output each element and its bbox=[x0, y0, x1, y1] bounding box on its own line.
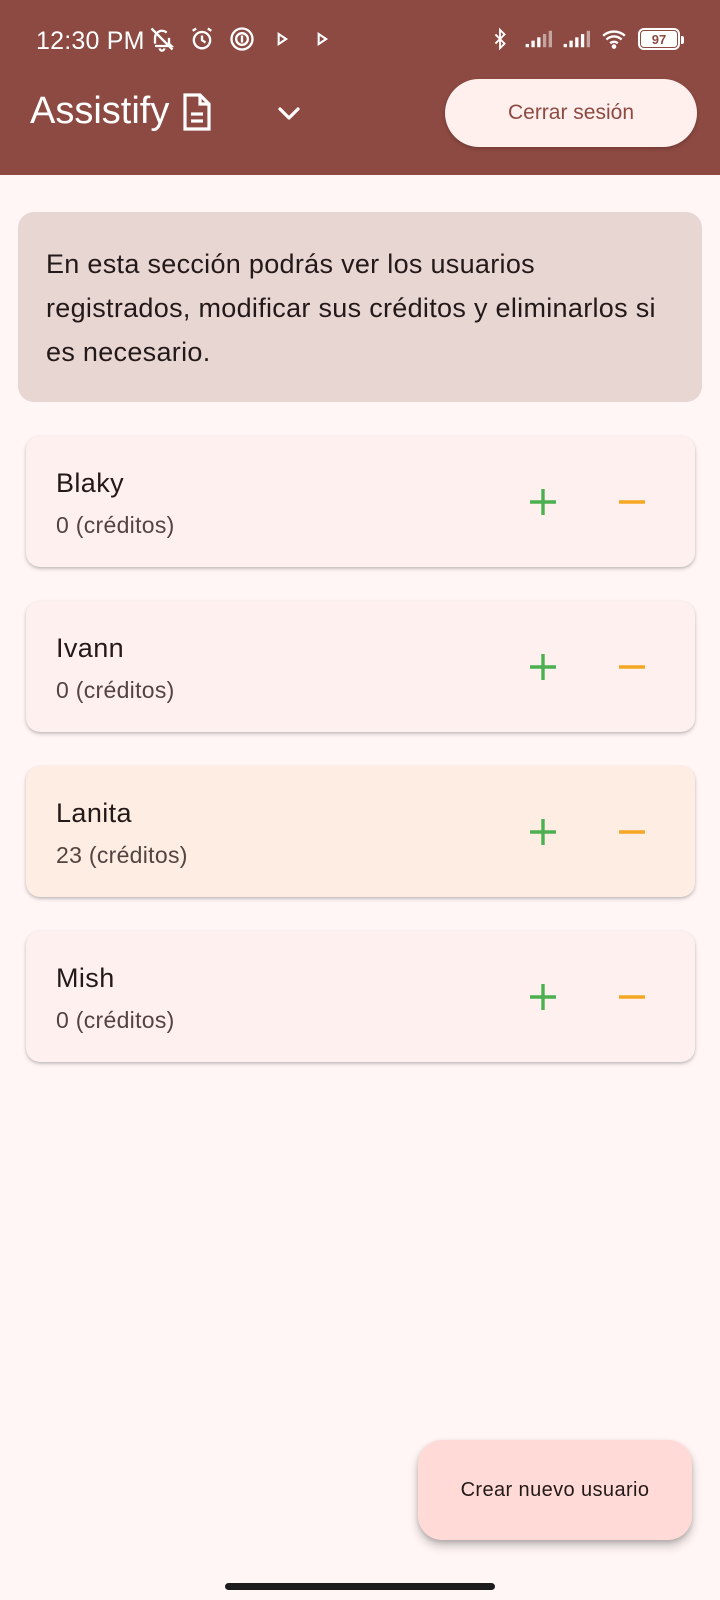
play-icon bbox=[308, 24, 336, 54]
plus-icon bbox=[530, 984, 556, 1010]
wifi-icon bbox=[600, 24, 628, 54]
alarm-icon bbox=[188, 24, 216, 54]
minus-icon bbox=[619, 500, 645, 504]
status-bar: 12:30 PM 97 bbox=[0, 0, 720, 80]
minus-icon bbox=[619, 995, 645, 999]
user-credits: 0 (créditos) bbox=[56, 677, 175, 703]
status-left-icons bbox=[148, 24, 336, 54]
remove-credits-button[interactable] bbox=[608, 643, 656, 691]
add-credits-button[interactable] bbox=[519, 808, 567, 856]
user-name: Mish bbox=[56, 963, 115, 993]
signal-icon bbox=[524, 24, 552, 54]
play-icon bbox=[268, 24, 296, 54]
user-name: Blaky bbox=[56, 468, 125, 498]
logout-button[interactable]: Cerrar sesión bbox=[445, 79, 697, 147]
battery-level: 97 bbox=[641, 31, 677, 47]
signal-icon bbox=[562, 24, 590, 54]
minus-icon bbox=[619, 665, 645, 669]
app-header: 12:30 PM 97 Assistify Cerrar sesión bbox=[0, 0, 720, 175]
remove-credits-button[interactable] bbox=[608, 973, 656, 1021]
add-credits-button[interactable] bbox=[519, 478, 567, 526]
fingerprint-icon bbox=[228, 24, 256, 54]
chevron-down-icon bbox=[278, 107, 300, 120]
status-right-icons: 97 bbox=[486, 24, 684, 54]
add-credits-button[interactable] bbox=[519, 973, 567, 1021]
info-panel: En esta sección podrás ver los usuarios … bbox=[18, 212, 702, 402]
minus-icon bbox=[619, 830, 645, 834]
plus-icon bbox=[530, 489, 556, 515]
document-icon bbox=[181, 92, 213, 132]
user-card: Ivann 0 (créditos) bbox=[26, 601, 695, 732]
user-card: Blaky 0 (créditos) bbox=[26, 436, 695, 567]
remove-credits-button[interactable] bbox=[608, 808, 656, 856]
dropdown-button[interactable] bbox=[268, 93, 310, 135]
user-name: Lanita bbox=[56, 798, 132, 828]
create-user-button[interactable]: Crear nuevo usuario bbox=[418, 1440, 692, 1540]
user-name: Ivann bbox=[56, 633, 125, 663]
mute-icon bbox=[148, 24, 176, 54]
plus-icon bbox=[530, 819, 556, 845]
add-credits-button[interactable] bbox=[519, 643, 567, 691]
remove-credits-button[interactable] bbox=[608, 478, 656, 526]
status-time: 12:30 PM bbox=[36, 27, 145, 55]
app-title: Assistify bbox=[30, 90, 213, 133]
user-card: Lanita 23 (créditos) bbox=[26, 766, 695, 897]
plus-icon bbox=[530, 654, 556, 680]
user-card: Mish 0 (créditos) bbox=[26, 931, 695, 1062]
gesture-nav-handle[interactable] bbox=[225, 1583, 495, 1590]
user-credits: 23 (créditos) bbox=[56, 842, 188, 868]
bluetooth-icon bbox=[486, 24, 514, 54]
battery-icon: 97 bbox=[638, 28, 684, 50]
user-credits: 0 (créditos) bbox=[56, 1007, 175, 1033]
user-credits: 0 (créditos) bbox=[56, 512, 175, 538]
app-title-text: Assistify bbox=[30, 90, 170, 132]
